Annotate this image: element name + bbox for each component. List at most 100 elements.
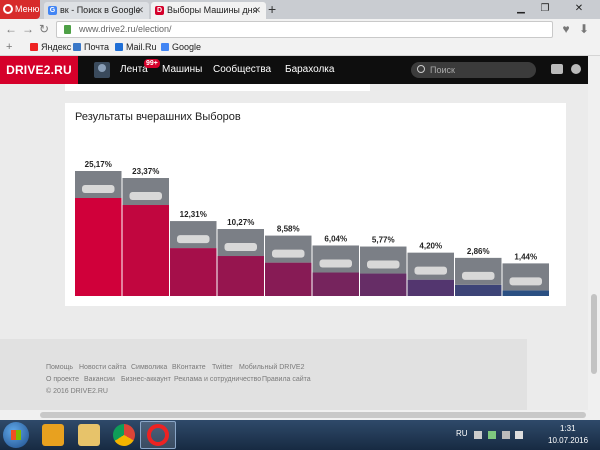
address-field[interactable]: www.drive2.ru/election/: [56, 21, 553, 38]
footer-link-rules[interactable]: Правила сайта: [262, 376, 311, 383]
notification-badge: 99+: [144, 59, 160, 68]
car-photo[interactable]: [502, 263, 550, 291]
bookmark-mailru[interactable]: Mail.Ru: [115, 40, 157, 55]
car-photo[interactable]: [217, 229, 265, 257]
car-photo[interactable]: [407, 252, 455, 280]
car-photo[interactable]: [312, 245, 360, 273]
media-player-icon[interactable]: [42, 424, 64, 446]
vertical-scrollbar[interactable]: [588, 56, 600, 410]
google-icon: G: [48, 6, 57, 15]
new-tab-button[interactable]: +: [268, 1, 276, 18]
scrollbar-thumb[interactable]: [40, 412, 586, 418]
close-icon[interactable]: ✕: [253, 2, 261, 19]
car-photo-shape: [462, 271, 495, 280]
add-bookmark-icon[interactable]: +: [6, 40, 12, 55]
car-photo-shape: [509, 277, 542, 286]
clock-date[interactable]: 10.07.2016: [548, 436, 588, 445]
bookmark-label: Google: [172, 42, 202, 52]
address-toolbar: ← → ↻ www.drive2.ru/election/ ♥ ⬇: [0, 19, 600, 40]
messages-icon[interactable]: [551, 64, 563, 74]
car-photo-shape: [367, 260, 400, 269]
footer-link-twitter[interactable]: Twitter: [212, 364, 233, 371]
start-button[interactable]: [3, 422, 29, 448]
tab-google-search[interactable]: G вк - Поиск в Google ✕: [44, 2, 149, 19]
windows-taskbar: RU 1:31 10.07.2016: [0, 420, 600, 450]
car-photo[interactable]: [455, 257, 502, 285]
bookmark-label: Почта: [84, 42, 109, 52]
page-viewport: DRIVE2.RU Лента 99+ Машины Сообщества Ба…: [0, 56, 588, 410]
maximize-icon[interactable]: ❐: [534, 0, 556, 18]
footer-link-news[interactable]: Новости сайта: [79, 364, 126, 371]
results-card: 25,17% 23,37% 12,31% 10,27% 8,58% 6,04% 5,77% 4…: [65, 103, 566, 306]
nav-cars[interactable]: Машины: [162, 56, 202, 84]
car-photo-shape: [414, 266, 447, 275]
footer-copyright: © 2016 DRIVE2.RU: [46, 388, 108, 395]
car-photo[interactable]: [170, 221, 217, 249]
footer-link-jobs[interactable]: Вакансии: [84, 376, 115, 383]
chart-bar: [75, 198, 122, 296]
browser-tabstrip: Меню G вк - Поиск в Google ✕ D Выборы Ма…: [0, 0, 600, 19]
mailru-icon: [115, 43, 123, 51]
tray-app-icon[interactable]: [488, 431, 496, 439]
download-icon[interactable]: ⬇: [576, 21, 592, 38]
forward-icon[interactable]: →: [21, 21, 35, 38]
profile-icon[interactable]: [571, 64, 581, 74]
search-icon: [417, 65, 425, 73]
car-photo[interactable]: [75, 171, 122, 198]
language-indicator[interactable]: RU: [456, 429, 468, 438]
site-header: DRIVE2.RU Лента 99+ Машины Сообщества Ба…: [0, 56, 588, 84]
car-photo[interactable]: [360, 246, 407, 274]
site-logo[interactable]: DRIVE2.RU: [0, 56, 78, 84]
car-photo[interactable]: [122, 178, 170, 206]
address-text[interactable]: www.drive2.ru/election/: [79, 22, 172, 37]
footer-link-about[interactable]: О проекте: [46, 376, 79, 383]
car-photo[interactable]: [265, 235, 312, 263]
footer-link-vk[interactable]: ВКонтакте: [172, 364, 206, 371]
footer-link-help[interactable]: Помощь: [46, 364, 73, 371]
chart-bar: [502, 290, 549, 296]
avatar[interactable]: [94, 62, 110, 78]
bar-value-label: 6,04%: [324, 234, 347, 243]
horizontal-scrollbar[interactable]: [0, 410, 600, 420]
minimize-icon[interactable]: ▁: [510, 0, 532, 18]
back-icon[interactable]: ←: [4, 21, 18, 38]
clock-time[interactable]: 1:31: [560, 424, 576, 433]
bar-value-label: 2,86%: [467, 247, 490, 256]
bar-value-label: 5,77%: [372, 236, 395, 245]
chart-bar: [455, 284, 502, 296]
search-input[interactable]: Поиск: [411, 62, 536, 78]
chart-bar: [217, 256, 264, 296]
footer-link-ads[interactable]: Реклама и сотрудничество: [174, 376, 261, 383]
bar-value-label: 4,20%: [419, 242, 442, 251]
bar-value-label: 1,44%: [514, 252, 537, 261]
tray-arrow-icon[interactable]: [474, 431, 482, 439]
bar-value-label: 23,37%: [132, 167, 159, 176]
google-icon: [161, 43, 169, 51]
drive2-icon: D: [155, 6, 164, 15]
nav-marketplace[interactable]: Барахолка: [285, 56, 334, 84]
window-close-icon[interactable]: ✕: [558, 0, 600, 18]
previous-card-edge: [65, 84, 370, 91]
bookmark-label: Яндекс: [41, 42, 72, 52]
volume-icon[interactable]: [515, 431, 523, 439]
bookmark-yandex[interactable]: Яндекс: [30, 40, 71, 55]
reload-icon[interactable]: ↻: [37, 21, 51, 38]
bookmark-heart-icon[interactable]: ♥: [558, 21, 574, 38]
network-icon[interactable]: [502, 431, 510, 439]
file-explorer-icon[interactable]: [78, 424, 100, 446]
results-title: Результаты вчерашних Выборов: [75, 111, 241, 123]
footer-link-mobile[interactable]: Мобильный DRIVE2: [239, 364, 305, 371]
scrollbar-thumb[interactable]: [591, 294, 597, 374]
chart-bar: [312, 272, 359, 296]
close-icon[interactable]: ✕: [136, 2, 144, 19]
footer-link-symbols[interactable]: Символика: [131, 364, 167, 371]
results-chart: 25,17% 23,37% 12,31% 10,27% 8,58% 6,04% 5,77% 4…: [75, 160, 550, 296]
nav-communities[interactable]: Сообщества: [213, 56, 271, 84]
car-photo-shape: [129, 192, 162, 201]
tab-election[interactable]: D Выборы Машины дня ✕: [151, 2, 266, 19]
bookmark-google[interactable]: Google: [161, 40, 201, 55]
opera-menu-button[interactable]: Меню: [0, 0, 40, 19]
footer-link-business[interactable]: Бизнес-аккаунт: [121, 376, 171, 383]
chrome-icon[interactable]: [113, 424, 135, 446]
bookmark-mail[interactable]: Почта: [73, 40, 109, 55]
